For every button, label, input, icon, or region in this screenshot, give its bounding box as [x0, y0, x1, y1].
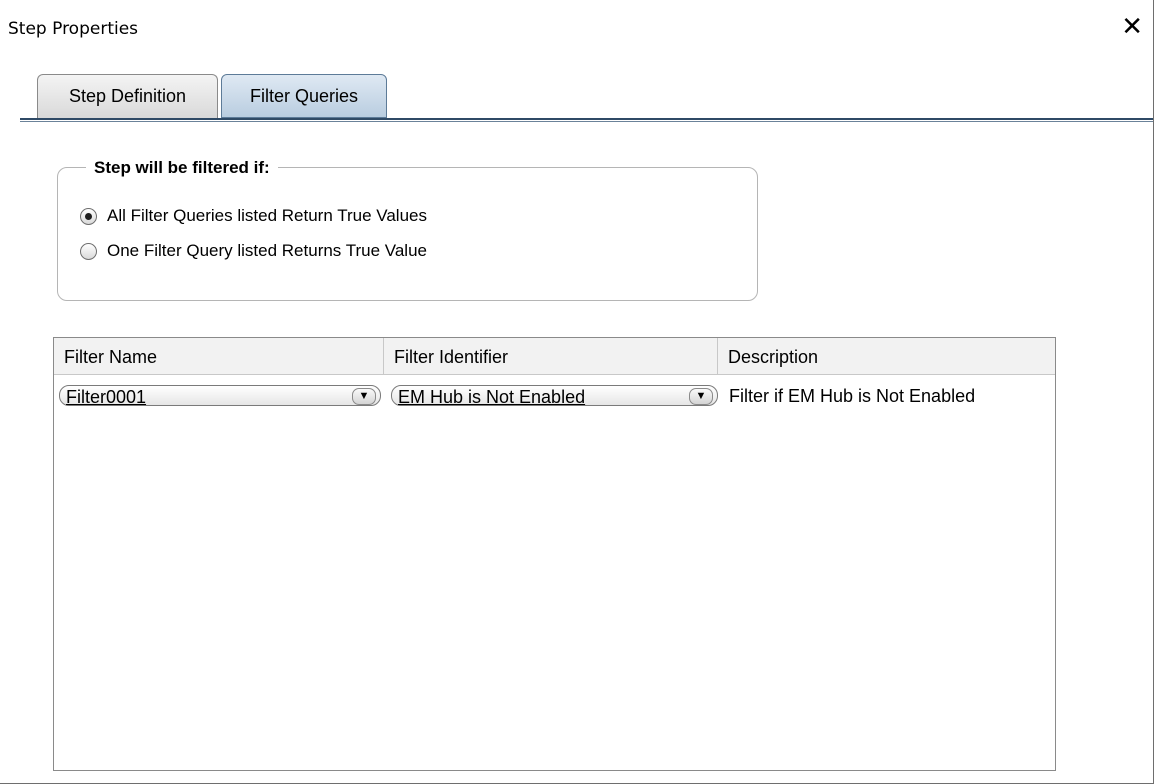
- filter-condition-group: Step will be filtered if: All Filter Que…: [57, 158, 758, 301]
- filter-table: Filter Name Filter Identifier Descriptio…: [53, 337, 1056, 771]
- radio-button-unselected[interactable]: [80, 242, 97, 260]
- tab-divider: [20, 118, 1153, 120]
- step-properties-dialog: Step Properties ✕ Step Definition Filter…: [0, 0, 1154, 784]
- radio-all-queries-true[interactable]: All Filter Queries listed Return True Va…: [80, 206, 427, 226]
- chevron-down-icon[interactable]: ▼: [352, 388, 376, 405]
- window-title: Step Properties: [8, 19, 139, 39]
- filter-name-dropdown[interactable]: Filter0001 ▼: [59, 385, 381, 407]
- filter-name-value: Filter0001: [66, 387, 147, 407]
- filter-identifier-value: EM Hub is Not Enabled: [398, 387, 586, 407]
- column-header-filter-name[interactable]: Filter Name: [54, 338, 384, 374]
- chevron-down-icon[interactable]: ▼: [689, 388, 713, 405]
- table-row[interactable]: Filter0001 ▼ EM Hub is Not Enabled ▼ Fil…: [54, 385, 1055, 407]
- tab-divider-shadow: [20, 121, 1153, 122]
- group-title: Step will be filtered if:: [86, 158, 278, 178]
- radio-label-all: All Filter Queries listed Return True Va…: [107, 206, 427, 225]
- close-icon[interactable]: ✕: [1121, 14, 1143, 40]
- table-header: Filter Name Filter Identifier Descriptio…: [54, 338, 1055, 375]
- column-header-filter-identifier[interactable]: Filter Identifier: [384, 338, 718, 374]
- tab-step-definition[interactable]: Step Definition: [37, 74, 218, 118]
- radio-one-query-true[interactable]: One Filter Query listed Returns True Val…: [80, 241, 427, 261]
- radio-button-selected[interactable]: [80, 207, 97, 225]
- filter-identifier-dropdown[interactable]: EM Hub is Not Enabled ▼: [391, 385, 718, 407]
- tab-filter-queries[interactable]: Filter Queries: [221, 74, 387, 118]
- title-bar: Step Properties ✕: [0, 0, 1153, 60]
- radio-label-one: One Filter Query listed Returns True Val…: [107, 241, 427, 260]
- description-cell: Filter if EM Hub is Not Enabled: [729, 386, 976, 406]
- column-header-description[interactable]: Description: [718, 338, 1054, 374]
